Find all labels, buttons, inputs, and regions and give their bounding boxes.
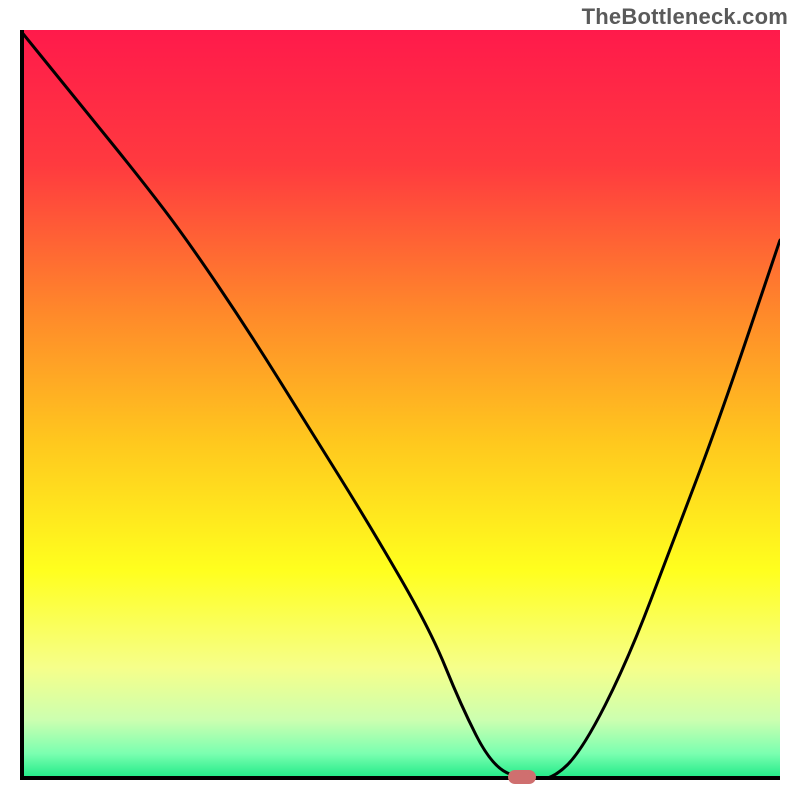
- chart-container: TheBottleneck.com: [0, 0, 800, 800]
- watermark-text: TheBottleneck.com: [582, 4, 788, 30]
- plot-area: [20, 30, 780, 780]
- bottleneck-curve: [20, 30, 780, 780]
- curve-layer: [20, 30, 780, 780]
- optimal-point-marker: [508, 770, 536, 784]
